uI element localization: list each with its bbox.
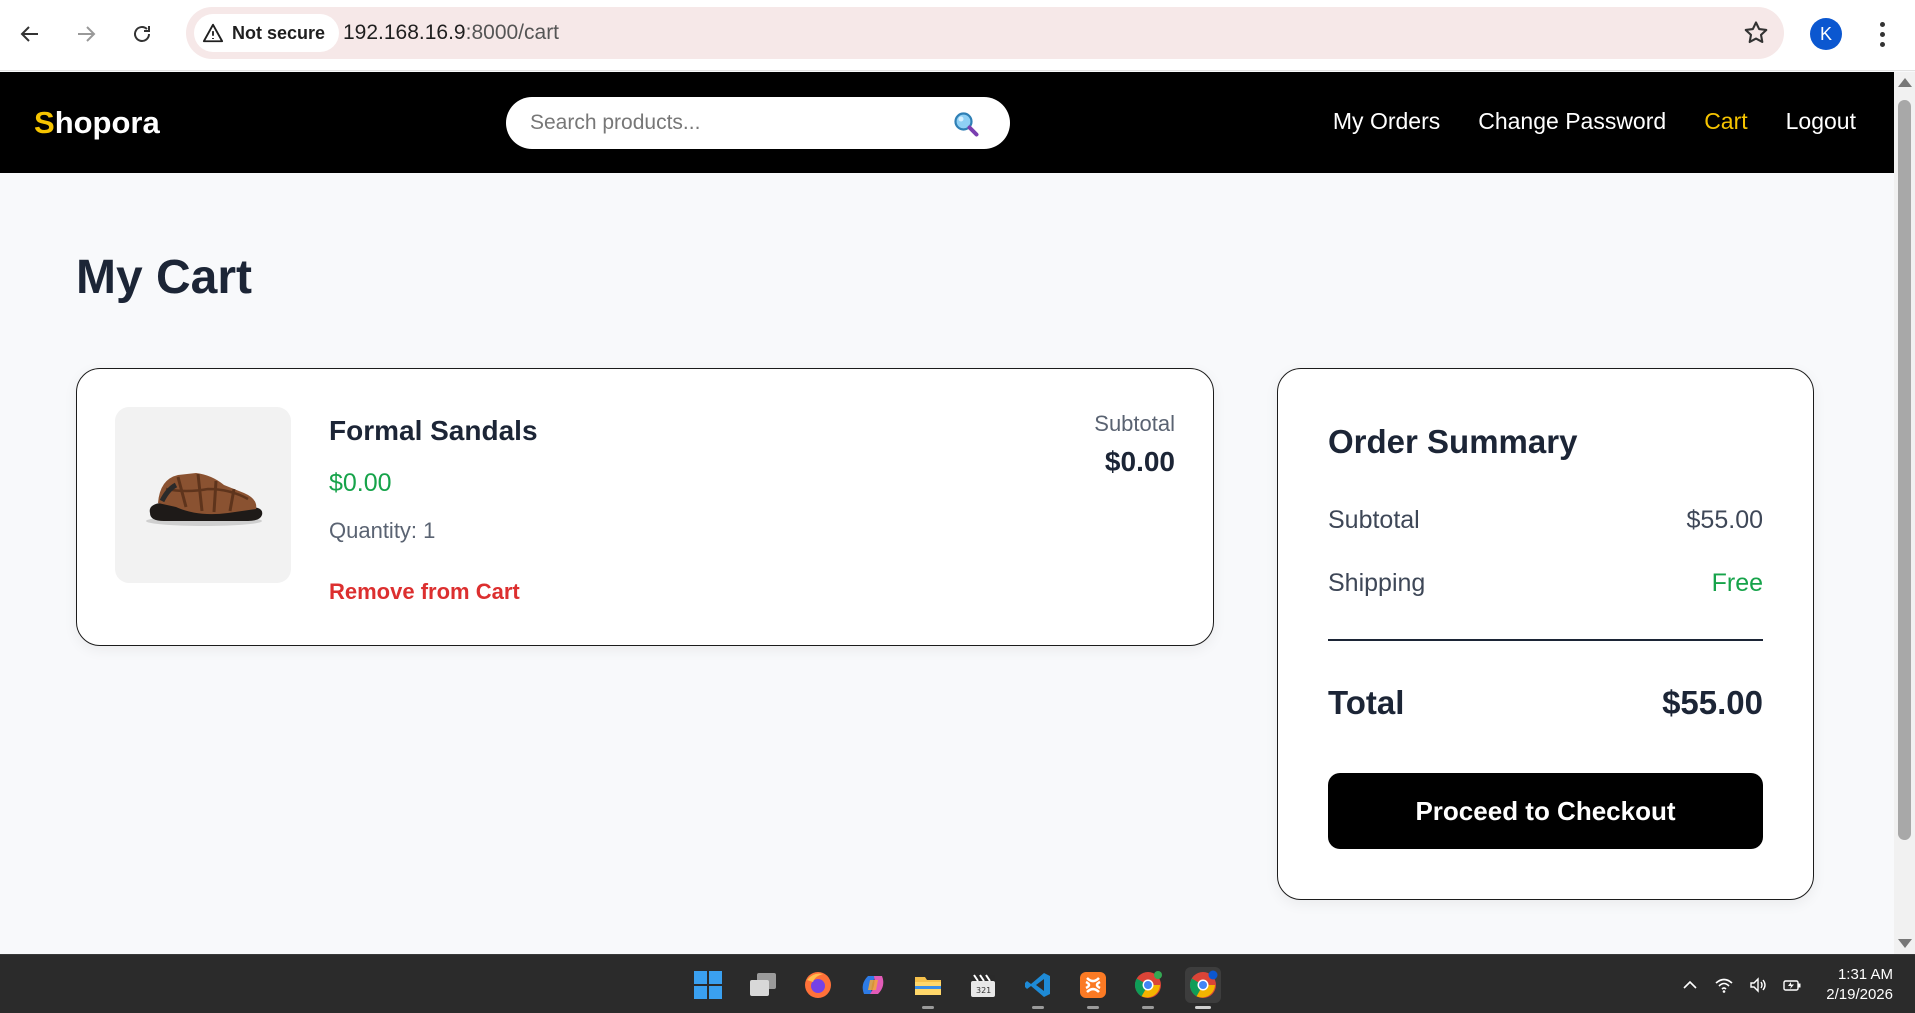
summary-shipping-row: Shipping Free xyxy=(1328,569,1763,598)
product-price: $0.00 xyxy=(329,469,392,497)
copilot-icon xyxy=(862,975,884,994)
logo-first-letter: S xyxy=(34,105,55,140)
url-host: 192.168.16.9 xyxy=(343,21,466,44)
search-input[interactable] xyxy=(530,97,930,149)
address-bar[interactable]: Not secure 192.168.16.9:8000/cart xyxy=(186,7,1784,59)
profile-avatar[interactable]: K xyxy=(1810,18,1842,50)
warning-icon xyxy=(202,23,224,43)
product-quantity: Quantity: 1 xyxy=(329,518,436,543)
nav-logout[interactable]: Logout xyxy=(1786,108,1856,135)
summary-divider xyxy=(1328,639,1763,641)
video-editor-taskbar-button[interactable]: 321 xyxy=(965,967,1001,1003)
summary-total-value: $55.00 xyxy=(1662,684,1763,721)
taskbar-clock[interactable]: 1:31 AM 2/19/2026 xyxy=(1826,965,1893,1005)
summary-shipping-value: Free xyxy=(1711,569,1763,597)
bookmark-star-icon[interactable] xyxy=(1742,19,1770,47)
back-button[interactable] xyxy=(10,14,50,54)
order-summary-title: Order Summary xyxy=(1328,423,1578,460)
logo-rest: hopora xyxy=(54,105,160,140)
reload-icon xyxy=(134,26,150,42)
copilot-taskbar-button[interactable] xyxy=(855,967,891,1003)
page-title: My Cart xyxy=(76,251,253,304)
vscode-taskbar-button[interactable] xyxy=(1020,967,1056,1009)
chrome-profile-icon xyxy=(1189,970,1218,998)
product-name[interactable]: Formal Sandals xyxy=(329,415,538,447)
system-tray xyxy=(1680,955,1802,1013)
summary-subtotal-label: Subtotal xyxy=(1328,506,1420,534)
wifi-icon[interactable] xyxy=(1714,975,1734,995)
file-explorer-taskbar-button[interactable] xyxy=(910,967,946,1009)
proceed-to-checkout-button[interactable]: Proceed to Checkout xyxy=(1328,773,1763,849)
summary-total-row: Total $55.00 xyxy=(1328,684,1763,722)
product-image[interactable] xyxy=(115,407,291,583)
scroll-up-arrow[interactable] xyxy=(1898,78,1912,87)
arrow-right-icon xyxy=(78,26,96,42)
order-summary-card: Order Summary Subtotal $55.00 Shipping F… xyxy=(1277,368,1814,900)
scroll-down-arrow[interactable] xyxy=(1898,939,1912,948)
cart-item-card: Formal Sandals $0.00 Quantity: 1 Remove … xyxy=(76,368,1214,646)
site-logo[interactable]: Shopora xyxy=(34,105,160,141)
page-scrollbar[interactable] xyxy=(1894,72,1915,954)
summary-subtotal-row: Subtotal $55.00 xyxy=(1328,506,1763,535)
url-text[interactable]: 192.168.16.9:8000/cart xyxy=(343,21,559,45)
line-subtotal-label: Subtotal xyxy=(1094,411,1175,436)
sandal-image xyxy=(146,473,263,526)
firefox-taskbar-button[interactable] xyxy=(800,967,836,1003)
nav-cart[interactable]: Cart xyxy=(1704,108,1747,135)
taskbar-apps: 321 xyxy=(690,955,1221,1013)
nav-my-orders[interactable]: My Orders xyxy=(1333,108,1440,135)
url-path: :8000/cart xyxy=(465,21,560,44)
profile-initial: K xyxy=(1819,23,1832,44)
firefox-icon xyxy=(805,971,831,998)
task-view-icon xyxy=(750,972,776,996)
main-nav: My Orders Change Password Cart Logout xyxy=(1333,108,1856,135)
summary-total-label: Total xyxy=(1328,684,1405,721)
windows-start-button[interactable] xyxy=(690,967,726,1003)
xampp-taskbar-button[interactable] xyxy=(1075,967,1111,1009)
line-subtotal-value: $0.00 xyxy=(1104,446,1175,477)
task-view-button[interactable] xyxy=(745,967,781,1003)
summary-shipping-label: Shipping xyxy=(1328,569,1426,597)
windows-taskbar: 321 1:31 AM 2/19/2026 xyxy=(0,954,1915,1013)
reload-button[interactable] xyxy=(122,14,162,54)
windows-logo-icon xyxy=(694,970,722,999)
clock-time: 1:31 AM xyxy=(1837,966,1893,983)
arrow-left-icon xyxy=(20,26,38,42)
xampp-icon xyxy=(1080,971,1106,998)
security-label: Not secure xyxy=(232,22,326,43)
security-chip[interactable]: Not secure xyxy=(194,14,340,52)
vscode-icon xyxy=(1025,972,1050,997)
search-icon[interactable] xyxy=(952,110,980,138)
chrome-icon xyxy=(1134,970,1162,998)
battery-icon[interactable] xyxy=(1782,975,1802,995)
browser-menu-button[interactable] xyxy=(1870,18,1894,50)
volume-icon[interactable] xyxy=(1748,975,1768,995)
nav-change-password[interactable]: Change Password xyxy=(1478,108,1666,135)
clock-date: 2/19/2026 xyxy=(1826,986,1893,1003)
scroll-thumb[interactable] xyxy=(1898,100,1911,840)
folder-icon xyxy=(915,976,941,995)
chrome-profile-taskbar-button[interactable] xyxy=(1185,966,1221,1009)
clapperboard-icon: 321 xyxy=(971,973,995,997)
chevron-up-icon[interactable] xyxy=(1680,975,1700,995)
site-navbar: Shopora My Orders Change Password Cart L… xyxy=(0,72,1894,173)
remove-from-cart-button[interactable]: Remove from Cart xyxy=(329,579,520,605)
browser-toolbar: Not secure 192.168.16.9:8000/cart K xyxy=(0,0,1915,71)
forward-button[interactable] xyxy=(66,14,106,54)
chrome-taskbar-button[interactable] xyxy=(1130,967,1166,1009)
svg-text:321: 321 xyxy=(976,986,991,995)
search-box xyxy=(506,97,1010,149)
summary-subtotal-value: $55.00 xyxy=(1686,506,1763,534)
